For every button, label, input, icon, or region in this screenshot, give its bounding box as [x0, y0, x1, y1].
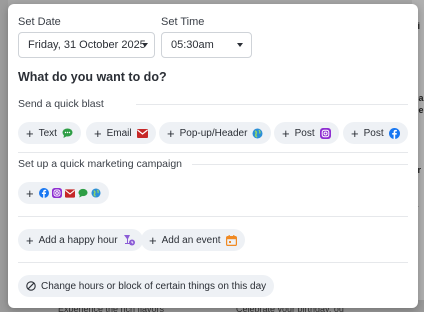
- globe-icon: [252, 128, 263, 139]
- button-label: Add an event: [161, 234, 221, 246]
- instagram-icon: [319, 127, 331, 139]
- change-hours-button[interactable]: Change hours or block of certain things …: [18, 275, 275, 297]
- time-select[interactable]: 05:30am: [161, 32, 252, 58]
- add-popup-header-button[interactable]: + Pop-up/Header: [159, 122, 272, 144]
- chevron-down-icon: [142, 43, 148, 47]
- date-value: Friday, 31 October 2025: [28, 39, 146, 51]
- chat-icon: [78, 188, 88, 198]
- set-time-label: Set Time: [161, 16, 205, 28]
- mail-icon: [64, 188, 75, 198]
- plus-icon: +: [149, 232, 157, 248]
- block-icon: [26, 281, 36, 291]
- divider: [18, 262, 408, 263]
- date-select[interactable]: Friday, 31 October 2025: [18, 32, 155, 58]
- campaign-label: Set up a quick marketing campaign: [18, 158, 183, 170]
- add-facebook-post-button[interactable]: + Post: [343, 122, 408, 144]
- globe-icon: [91, 188, 101, 198]
- plus-icon: +: [351, 125, 359, 141]
- add-text-button[interactable]: + Text: [18, 122, 81, 144]
- divider: [18, 152, 408, 153]
- plus-icon: +: [26, 125, 34, 141]
- add-email-button[interactable]: + Email: [86, 122, 156, 144]
- button-label: Pop-up/Header: [179, 127, 248, 139]
- divider: [18, 216, 408, 217]
- facebook-icon: [38, 188, 49, 198]
- dialog-heading: What do you want to do?: [18, 70, 167, 84]
- plus-icon: +: [282, 125, 290, 141]
- chevron-down-icon: [237, 43, 243, 47]
- background-left-strip: [0, 0, 8, 312]
- quick-blast-label: Send a quick blast: [18, 98, 104, 110]
- chat-icon: [62, 128, 73, 138]
- mail-icon: [136, 128, 148, 138]
- add-campaign-button[interactable]: +: [18, 182, 109, 204]
- button-label: Post: [363, 127, 384, 139]
- button-label: Post: [294, 127, 315, 139]
- divider: [136, 104, 408, 105]
- happy-hour-icon: [123, 234, 135, 246]
- schedule-dialog: Set Date Friday, 31 October 2025 Set Tim…: [8, 4, 418, 308]
- plus-icon: +: [26, 185, 34, 201]
- button-label: Add a happy hour: [38, 234, 118, 246]
- plus-icon: +: [167, 125, 175, 141]
- set-date-label: Set Date: [18, 16, 61, 28]
- calendar-icon: [225, 234, 237, 246]
- facebook-icon: [388, 127, 400, 139]
- plus-icon: +: [94, 125, 102, 141]
- instagram-icon: [51, 188, 62, 198]
- button-label: Change hours or block of certain things …: [41, 280, 267, 292]
- add-instagram-post-button[interactable]: + Post: [274, 122, 339, 144]
- add-event-button[interactable]: + Add an event: [141, 229, 245, 251]
- time-value: 05:30am: [171, 39, 214, 51]
- button-label: Text: [38, 127, 57, 139]
- button-label: Email: [106, 127, 132, 139]
- divider: [192, 164, 408, 165]
- plus-icon: +: [26, 232, 34, 248]
- add-happy-hour-button[interactable]: + Add a happy hour: [18, 229, 143, 251]
